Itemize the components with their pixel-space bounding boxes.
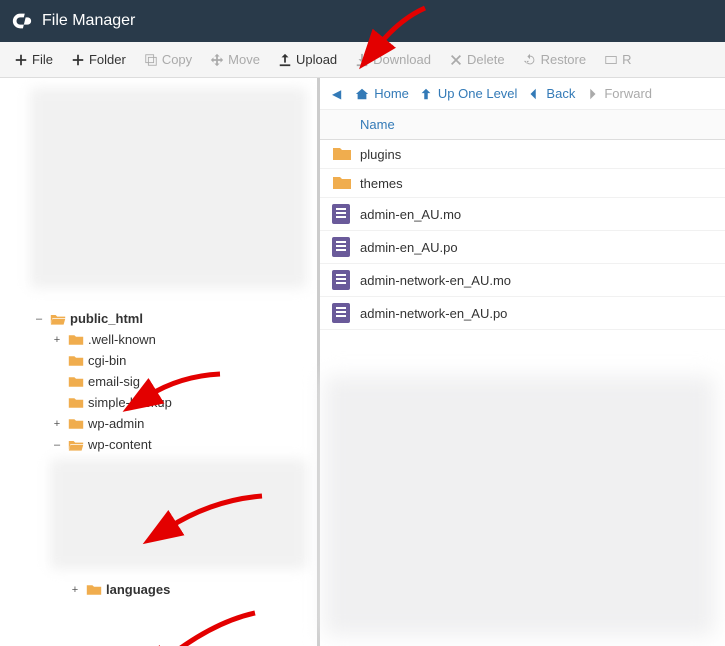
file-icon (332, 204, 360, 224)
back-arrow-icon (527, 87, 541, 101)
nav-up-one-level[interactable]: Up One Level (419, 86, 518, 101)
download-button[interactable]: Download (347, 47, 439, 72)
blurred-region (50, 459, 307, 569)
up-arrow-icon (419, 87, 433, 101)
cpanel-logo-icon (10, 9, 34, 33)
folder-icon (68, 396, 84, 410)
expand-toggle[interactable]: + (50, 334, 64, 346)
folder-open-icon (68, 438, 84, 452)
copy-icon (144, 53, 158, 67)
file-name: admin-en_AU.mo (360, 207, 713, 222)
file-icon (332, 303, 360, 323)
main-area: – public_html + .well-known cgi-bin emai… (0, 78, 725, 646)
restore-button[interactable]: Restore (515, 47, 595, 72)
copy-button[interactable]: Copy (136, 47, 200, 72)
folder-icon (332, 146, 360, 162)
table-row[interactable]: plugins (320, 140, 725, 169)
upload-icon (278, 53, 292, 67)
file-name: admin-network-en_AU.mo (360, 273, 713, 288)
tree-node-wp-admin[interactable]: + wp-admin (0, 413, 317, 434)
column-header-name[interactable]: Name (360, 117, 713, 132)
tree-node-simple-backup[interactable]: simple-backup (0, 392, 317, 413)
tree-node-well-known[interactable]: + .well-known (0, 329, 317, 350)
nav-forward[interactable]: Forward (585, 86, 652, 101)
app-title: File Manager (42, 12, 135, 30)
folder-tree-panel: – public_html + .well-known cgi-bin emai… (0, 78, 320, 646)
tree-node-public-html[interactable]: – public_html (0, 308, 317, 329)
table-row[interactable]: admin-en_AU.mo (320, 198, 725, 231)
file-name: themes (360, 176, 713, 191)
delete-icon (449, 53, 463, 67)
rename-button-truncated[interactable]: R (596, 47, 639, 72)
folder-icon (332, 175, 360, 191)
upload-button[interactable]: Upload (270, 47, 345, 72)
file-name: plugins (360, 147, 713, 162)
folder-open-icon (50, 312, 66, 326)
move-button[interactable]: Move (202, 47, 268, 72)
table-row[interactable]: themes (320, 169, 725, 198)
table-row[interactable]: admin-network-en_AU.mo (320, 264, 725, 297)
delete-button[interactable]: Delete (441, 47, 513, 72)
panel-collapse-icon[interactable]: ◀ (332, 87, 341, 101)
tree-node-languages[interactable]: + languages (0, 579, 317, 600)
expand-toggle[interactable]: + (50, 418, 64, 430)
file-list-panel: ◀ Home Up One Level Back Forward Name pl… (320, 78, 725, 646)
folder-icon (68, 354, 84, 368)
tree-node-email-sig[interactable]: email-sig (0, 371, 317, 392)
blurred-region (30, 88, 307, 288)
table-row[interactable]: admin-network-en_AU.po (320, 297, 725, 330)
folder-icon (68, 375, 84, 389)
restore-icon (523, 53, 537, 67)
nav-back[interactable]: Back (527, 86, 575, 101)
folder-icon (68, 417, 84, 431)
blurred-region (324, 376, 715, 636)
file-name: admin-en_AU.po (360, 240, 713, 255)
folder-tree: – public_html + .well-known cgi-bin emai… (0, 78, 317, 640)
file-icon (332, 270, 360, 290)
file-table-header: Name (320, 110, 725, 140)
nav-home[interactable]: Home (355, 86, 409, 101)
folder-icon (86, 583, 102, 597)
rename-icon (604, 53, 618, 67)
home-icon (355, 87, 369, 101)
move-icon (210, 53, 224, 67)
download-icon (355, 53, 369, 67)
file-new-button[interactable]: File (6, 47, 61, 72)
breadcrumb-nav: ◀ Home Up One Level Back Forward (320, 78, 725, 110)
table-row[interactable]: admin-en_AU.po (320, 231, 725, 264)
file-icon (332, 237, 360, 257)
collapse-toggle[interactable]: – (50, 439, 64, 451)
file-name: admin-network-en_AU.po (360, 306, 713, 321)
toolbar: File Folder Copy Move Upload Download De… (0, 42, 725, 78)
expand-toggle[interactable]: + (68, 584, 82, 596)
app-header: File Manager (0, 0, 725, 42)
tree-node-wp-content[interactable]: – wp-content (0, 434, 317, 455)
plus-icon (71, 53, 85, 67)
collapse-toggle[interactable]: – (32, 313, 46, 325)
forward-arrow-icon (585, 87, 599, 101)
folder-new-button[interactable]: Folder (63, 47, 134, 72)
tree-node-cgi-bin[interactable]: cgi-bin (0, 350, 317, 371)
folder-icon (68, 333, 84, 347)
plus-icon (14, 53, 28, 67)
file-table-body: plugins themes admin-en_AU.mo admin-en_AU.p… (320, 140, 725, 370)
